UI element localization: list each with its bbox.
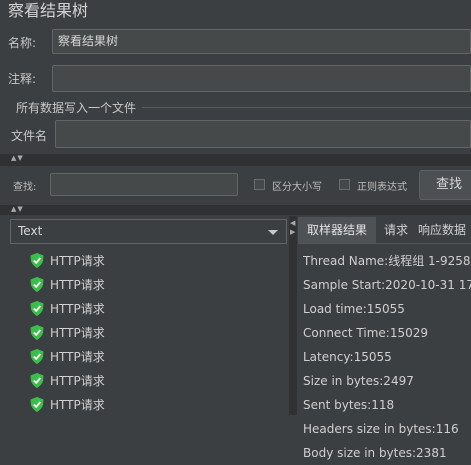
success-shield-icon <box>30 276 44 292</box>
filename-label: 文件名 <box>11 129 48 143</box>
tree-item-label: HTTP请求 <box>50 277 105 292</box>
search-input[interactable] <box>50 173 238 196</box>
success-shield-icon <box>30 324 44 340</box>
success-shield-icon <box>30 396 44 412</box>
splitter-arrows[interactable]: ▲▼ <box>11 155 24 162</box>
tree-item-http-request[interactable]: HTTP请求 <box>0 248 289 272</box>
tab-response-data[interactable]: 响应数据 <box>418 217 471 243</box>
result-latency: Latency:15055 <box>303 350 392 364</box>
case-sensitive-checkbox[interactable] <box>254 179 265 190</box>
tree-item-http-request[interactable]: HTTP请求 <box>0 368 289 392</box>
result-size-bytes: Size in bytes:2497 <box>303 374 414 388</box>
tree-item-http-request[interactable]: HTTP请求 <box>0 296 289 320</box>
filename-field[interactable] <box>55 120 471 148</box>
tree-item-label: HTTP请求 <box>50 373 105 388</box>
name-label: 名称: <box>8 36 37 50</box>
result-tree: HTTP请求 HTTP请求 HTTP请求 HTTP请求 HTTP请求 HTTP请… <box>0 248 289 416</box>
chevron-down-icon <box>268 230 278 235</box>
success-shield-icon <box>30 300 44 316</box>
result-connect-time: Connect Time:15029 <box>303 326 429 340</box>
pane-splitter[interactable] <box>289 216 297 415</box>
renderer-select[interactable]: Text <box>10 219 287 244</box>
group-border <box>142 107 471 108</box>
regex-label: 正则表达式 <box>357 182 407 193</box>
comment-field[interactable] <box>52 65 471 92</box>
write-all-data-group-title: 所有数据写入一个文件 <box>16 101 137 115</box>
splitter-top[interactable] <box>0 154 471 166</box>
regex-checkbox[interactable] <box>339 179 350 190</box>
tree-item-http-request[interactable]: HTTP请求 <box>0 392 289 416</box>
tree-item-label: HTTP请求 <box>50 397 105 412</box>
comment-label: 注释: <box>8 72 37 86</box>
case-sensitive-label: 区分大小写 <box>272 182 322 193</box>
tree-item-label: HTTP请求 <box>50 325 105 340</box>
tree-item-label: HTTP请求 <box>50 253 105 268</box>
sampler-result-panel: Thread Name:线程组 1-9258 Sample Start:2020… <box>303 249 471 465</box>
result-load-time: Load time:15055 <box>303 302 405 316</box>
result-thread-name: Thread Name:线程组 1-9258 <box>303 254 471 268</box>
splitter-middle[interactable] <box>0 205 471 215</box>
result-headers-size: Headers size in bytes:116 <box>303 422 459 436</box>
splitter-arrows-2[interactable]: ▲▼ <box>11 206 24 213</box>
find-button[interactable]: 查找 <box>419 170 471 200</box>
tree-item-label: HTTP请求 <box>50 349 105 364</box>
result-sent-bytes: Sent bytes:118 <box>303 398 395 412</box>
window-title: 察看结果树 <box>8 1 89 20</box>
success-shield-icon <box>30 372 44 388</box>
success-shield-icon <box>30 252 44 268</box>
result-sample-start: Sample Start:2020-10-31 17:25 <box>303 278 471 292</box>
renderer-selected-value: Text <box>18 224 43 238</box>
success-shield-icon <box>30 348 44 364</box>
pane-splitter-arrows[interactable]: ◀ ▶ <box>290 219 296 237</box>
tab-request[interactable]: 请求 <box>378 217 414 243</box>
tree-item-http-request[interactable]: HTTP请求 <box>0 344 289 368</box>
tree-item-label: HTTP请求 <box>50 301 105 316</box>
tab-underline <box>298 243 471 244</box>
name-field[interactable]: 察看结果树 <box>52 29 471 54</box>
tree-item-http-request[interactable]: HTTP请求 <box>0 320 289 344</box>
tab-sampler-result[interactable]: 取样器结果 <box>298 217 376 243</box>
result-body-size: Body size in bytes:2381 <box>303 446 447 460</box>
search-label: 查找: <box>13 182 37 193</box>
tree-item-http-request[interactable]: HTTP请求 <box>0 272 289 296</box>
